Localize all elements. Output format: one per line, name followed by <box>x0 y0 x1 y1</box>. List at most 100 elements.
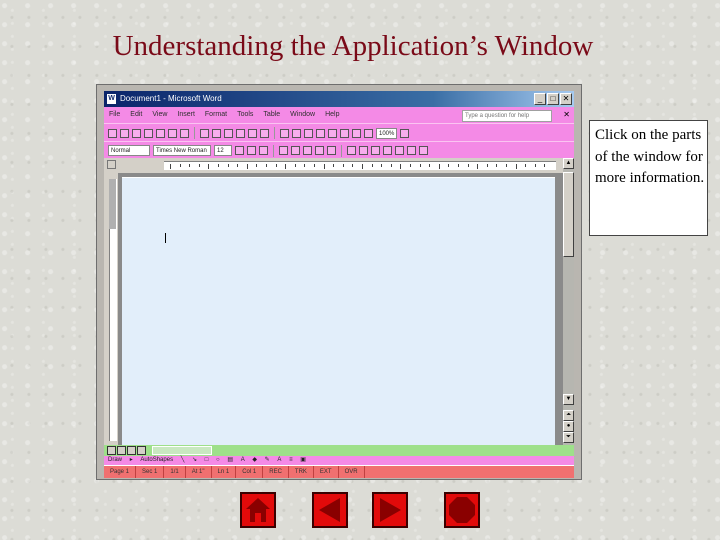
insert-excel-icon[interactable] <box>316 128 325 138</box>
email-icon[interactable] <box>144 128 153 138</box>
menu-bar[interactable]: File Edit View Insert Format Tools Table Window… <box>104 107 574 123</box>
select-browse-object-icon[interactable]: ● <box>563 421 574 432</box>
cut-icon[interactable] <box>200 128 209 138</box>
print-preview-icon[interactable] <box>168 128 177 138</box>
draw-menu[interactable]: Draw <box>108 456 122 465</box>
print-icon[interactable] <box>156 128 165 138</box>
normal-view-icon[interactable] <box>107 446 116 455</box>
redo-icon[interactable] <box>260 128 269 138</box>
font-size-select[interactable]: 12 <box>214 145 232 156</box>
line-style-icon[interactable]: ≡ <box>289 456 293 465</box>
status-trk[interactable]: TRK <box>289 466 314 478</box>
document-map-icon[interactable] <box>352 128 361 138</box>
save-icon[interactable] <box>132 128 141 138</box>
new-document-icon[interactable] <box>108 128 117 138</box>
autoshapes-menu[interactable]: AutoShapes <box>140 456 173 465</box>
menu-format[interactable]: Format <box>200 107 232 123</box>
center-icon[interactable] <box>291 146 300 155</box>
outline-view-icon[interactable] <box>137 446 146 455</box>
menu-edit[interactable]: Edit <box>125 107 147 123</box>
drawing-icon[interactable] <box>340 128 349 138</box>
minimize-button[interactable]: _ <box>534 93 546 105</box>
horizontal-scroll-thumb[interactable] <box>152 446 212 455</box>
horizontal-scrollbar[interactable] <box>104 445 574 456</box>
font-color-draw-icon[interactable]: A <box>277 456 281 465</box>
line-icon[interactable]: ╲ <box>181 456 185 465</box>
forward-button[interactable] <box>372 492 408 528</box>
tables-borders-icon[interactable] <box>292 128 301 138</box>
columns-icon[interactable] <box>328 128 337 138</box>
document-close-icon[interactable]: ✕ <box>563 110 570 120</box>
home-button[interactable] <box>240 492 276 528</box>
borders-icon[interactable] <box>395 146 404 155</box>
document-area[interactable] <box>118 173 564 446</box>
rectangle-icon[interactable]: □ <box>205 456 209 465</box>
bold-icon[interactable] <box>235 146 244 155</box>
menu-insert[interactable]: Insert <box>172 107 200 123</box>
decrease-indent-icon[interactable] <box>371 146 380 155</box>
menu-tools[interactable]: Tools <box>232 107 258 123</box>
numbering-icon[interactable] <box>347 146 356 155</box>
status-ovr[interactable]: OVR <box>339 466 365 478</box>
scroll-down-icon[interactable]: ▼ <box>563 394 574 405</box>
close-button[interactable]: ✕ <box>560 93 572 105</box>
document-page[interactable] <box>122 177 555 446</box>
status-ext[interactable]: EXT <box>314 466 339 478</box>
font-color-icon[interactable] <box>419 146 428 155</box>
zoom-select[interactable]: 100% <box>376 127 398 139</box>
bullets-icon[interactable] <box>359 146 368 155</box>
menu-file[interactable]: File <box>104 107 125 123</box>
align-right-icon[interactable] <box>303 146 312 155</box>
status-rec[interactable]: REC <box>263 466 289 478</box>
paste-icon[interactable] <box>224 128 233 138</box>
stop-button[interactable] <box>444 492 480 528</box>
menu-view[interactable]: View <box>147 107 172 123</box>
line-spacing-icon[interactable] <box>327 146 336 155</box>
menu-help[interactable]: Help <box>320 107 344 123</box>
scroll-thumb[interactable] <box>563 172 574 257</box>
underline-icon[interactable] <box>259 146 268 155</box>
justify-icon[interactable] <box>315 146 324 155</box>
copy-icon[interactable] <box>212 128 221 138</box>
scroll-up-icon[interactable]: ▲ <box>563 158 574 169</box>
help-icon[interactable] <box>400 128 410 138</box>
next-page-icon[interactable]: ⏷ <box>563 432 574 443</box>
print-layout-view-icon[interactable] <box>127 446 136 455</box>
shadow-icon[interactable]: ▣ <box>300 456 306 465</box>
help-search-input[interactable]: Type a question for help <box>462 110 552 122</box>
font-select[interactable]: Times New Roman <box>153 145 211 156</box>
undo-icon[interactable] <box>248 128 257 138</box>
spelling-icon[interactable] <box>180 128 189 138</box>
insert-table-icon[interactable] <box>304 128 313 138</box>
oval-icon[interactable]: ○ <box>216 456 220 465</box>
show-hide-icon[interactable] <box>364 128 373 138</box>
align-left-icon[interactable] <box>279 146 288 155</box>
arrow-icon[interactable]: ↘ <box>192 456 197 465</box>
vertical-scrollbar[interactable]: ▲ ▼ ⏶ ● ⏷ <box>563 158 574 445</box>
title-bar[interactable]: W Document1 - Microsoft Word _ □ ✕ <box>104 91 574 107</box>
restore-button[interactable]: □ <box>547 93 559 105</box>
menu-table[interactable]: Table <box>258 107 285 123</box>
back-button[interactable] <box>312 492 348 528</box>
text-box-icon[interactable]: ▤ <box>227 456 233 465</box>
drawing-toolbar[interactable]: Draw ▸ AutoShapes ╲ ↘ □ ○ ▤ A ◆ ✎ A ≡ ▣ <box>104 456 574 465</box>
standard-toolbar[interactable]: 100% <box>104 123 574 142</box>
hyperlink-icon[interactable] <box>280 128 289 138</box>
word-window-screenshot[interactable]: W Document1 - Microsoft Word _ □ ✕ File E… <box>96 84 582 480</box>
highlight-icon[interactable] <box>407 146 416 155</box>
select-objects-icon[interactable]: ▸ <box>130 456 133 465</box>
formatting-toolbar[interactable]: Normal Times New Roman 12 <box>104 141 574 159</box>
italic-icon[interactable] <box>247 146 256 155</box>
previous-page-icon[interactable]: ⏶ <box>563 410 574 421</box>
tab-selector-icon[interactable] <box>107 160 116 169</box>
web-layout-view-icon[interactable] <box>117 446 126 455</box>
menu-window[interactable]: Window <box>285 107 320 123</box>
line-color-icon[interactable]: ✎ <box>265 456 270 465</box>
horizontal-ruler[interactable] <box>104 158 574 172</box>
wordart-icon[interactable]: A <box>241 456 245 465</box>
format-painter-icon[interactable] <box>236 128 245 138</box>
style-select[interactable]: Normal <box>108 145 150 156</box>
open-folder-icon[interactable] <box>120 128 129 138</box>
fill-color-icon[interactable]: ◆ <box>252 456 257 465</box>
increase-indent-icon[interactable] <box>383 146 392 155</box>
